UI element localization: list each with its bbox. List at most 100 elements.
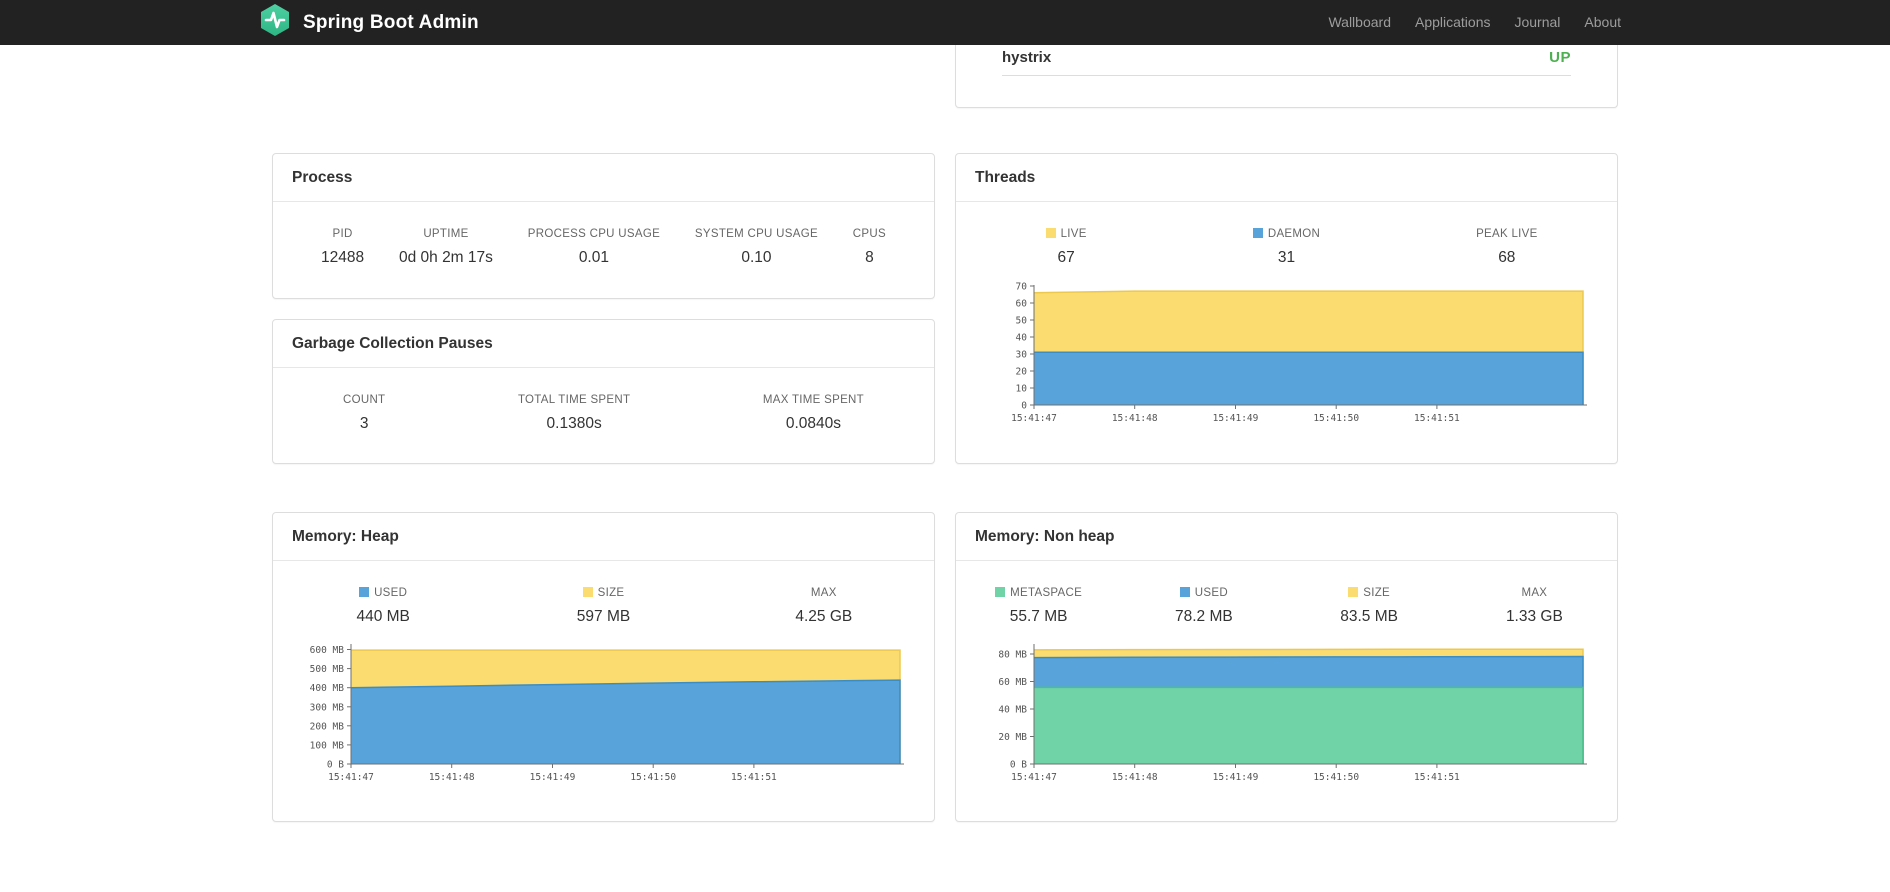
svg-text:15:41:51: 15:41:51 [731,772,777,783]
application-row[interactable]: hystrix UP [1002,45,1571,76]
svg-text:15:41:49: 15:41:49 [1213,772,1259,783]
svg-text:100 MB: 100 MB [310,740,345,751]
svg-text:15:41:50: 15:41:50 [1313,772,1359,783]
svg-text:15:41:51: 15:41:51 [1414,772,1460,783]
svg-text:15:41:48: 15:41:48 [1112,772,1158,783]
legend-item-live: LIVE 67 [956,228,1176,267]
legend-label: LIVE [956,228,1176,240]
metric-label: PROCESS CPU USAGE [527,228,661,240]
svg-text:70: 70 [1016,282,1028,293]
nav-item-about[interactable]: About [1572,0,1633,45]
metric-gc-max-time: MAX TIME SPENT 0.0840s [763,394,864,433]
metric-label: MAX TIME SPENT [762,394,864,406]
metric-gc-total-time: TOTAL TIME SPENT 0.1380s [518,394,630,433]
legend-label: METASPACE [956,587,1121,599]
heap-memory-chart: 0 B 100 MB 200 MB 300 MB 400 MB 500 MB 600 MB 1… [281,638,926,788]
legend-label: USED [1121,587,1286,599]
legend-item-max: MAX 4.25 GB [714,587,934,626]
metric-label: COUNT [343,394,386,406]
legend-label: SIZE [1287,587,1452,599]
svg-text:15:41:47: 15:41:47 [1011,772,1057,783]
legend-item-size: SIZE 83.5 MB [1287,587,1452,626]
brand-title: Spring Boot Admin [303,11,479,33]
left-column: Process PID 12488 UPTIME 0d 0h 2m 17s PR… [272,45,935,822]
metric-gc-count: COUNT 3 [343,394,385,433]
svg-text:600 MB: 600 MB [310,645,345,656]
live-swatch-icon [1045,228,1056,238]
memory-nonheap-panel: Memory: Non heap METASPACE 55.7 MB USED … [955,512,1618,822]
memory-heap-panel-title: Memory: Heap [273,513,934,561]
metric-value: 0.1380s [546,415,602,432]
svg-text:500 MB: 500 MB [310,664,345,675]
legend-item-daemon: DAEMON 31 [1176,228,1396,267]
used-swatch-icon [1179,587,1190,597]
metric-system-cpu: SYSTEM CPU USAGE 0.10 [695,228,818,267]
metric-pid: PID 12488 [321,228,364,267]
legend-value: 67 [1057,249,1075,266]
used-swatch-icon [359,587,370,597]
metric-value: 0d 0h 2m 17s [398,249,493,266]
metric-value: 8 [865,249,874,266]
gc-metrics: COUNT 3 TOTAL TIME SPENT 0.1380s MAX TIM… [273,368,934,433]
svg-text:300 MB: 300 MB [310,702,345,713]
legend-label: USED [273,587,493,599]
svg-text:15:41:49: 15:41:49 [1213,413,1259,424]
legend-label: SIZE [493,587,713,599]
svg-text:0 B: 0 B [1010,760,1027,771]
right-column: hystrix UP Threads LIVE 67 DAEMON 31 PEA… [955,45,1618,822]
metric-uptime: UPTIME 0d 0h 2m 17s [399,228,493,267]
legend-value: 31 [1277,249,1296,266]
legend-value: 78.2 MB [1175,608,1233,625]
application-name-link[interactable]: hystrix [1002,49,1051,66]
process-panel-title: Process [273,154,934,202]
legend-label: PEAK LIVE [1476,228,1538,240]
legend-item-size: SIZE 597 MB [493,587,713,626]
legend-value: 68 [1498,249,1516,266]
legend-value: 83.5 MB [1340,608,1398,625]
legend-value: 55.7 MB [1009,608,1068,625]
main-content: Process PID 12488 UPTIME 0d 0h 2m 17s PR… [272,45,1618,822]
svg-text:50: 50 [1016,316,1028,327]
size-swatch-icon [1348,587,1359,597]
metric-value: 0.10 [741,249,772,266]
svg-text:40 MB: 40 MB [998,705,1027,716]
svg-text:0: 0 [1021,401,1027,412]
svg-text:200 MB: 200 MB [310,721,345,732]
daemon-swatch-icon [1252,228,1263,238]
nav-links: Wallboard Applications Journal About [1316,0,1633,45]
legend-value: 440 MB [356,608,410,625]
gc-panel: Garbage Collection Pauses COUNT 3 TOTAL … [272,319,935,464]
brand-link[interactable]: Spring Boot Admin [257,2,479,43]
nav-item-journal[interactable]: Journal [1502,0,1572,45]
navbar: Spring Boot Admin Wallboard Applications… [0,0,1890,45]
svg-text:400 MB: 400 MB [310,683,345,694]
memory-heap-panel: Memory: Heap USED 440 MB SIZE 597 MB MAX [272,512,935,822]
metric-process-cpu: PROCESS CPU USAGE 0.01 [528,228,660,267]
legend-value: 1.33 GB [1505,608,1563,625]
threads-legend: LIVE 67 DAEMON 31 PEAK LIVE 68 [956,202,1617,267]
svg-text:40: 40 [1016,333,1028,344]
metric-value: 0.0840s [785,415,841,432]
metric-value: 0.01 [578,249,609,266]
svg-text:60: 60 [1016,299,1028,310]
metric-label: PID [332,228,353,240]
process-panel: Process PID 12488 UPTIME 0d 0h 2m 17s PR… [272,153,935,299]
legend-item-metaspace: METASPACE 55.7 MB [956,587,1121,626]
svg-text:15:41:48: 15:41:48 [429,772,475,783]
metric-label: UPTIME [423,228,469,240]
svg-text:0 B: 0 B [327,760,344,771]
legend-label: MAX [1521,587,1548,599]
threads-panel-title: Threads [956,154,1617,202]
nav-item-wallboard[interactable]: Wallboard [1316,0,1403,45]
svg-text:30: 30 [1016,350,1028,361]
metric-value: 3 [359,415,369,432]
legend-value: 597 MB [576,608,631,625]
metric-label: SYSTEM CPU USAGE [694,228,818,240]
process-metrics: PID 12488 UPTIME 0d 0h 2m 17s PROCESS CP… [273,202,934,267]
svg-text:20: 20 [1016,367,1028,378]
nav-item-applications[interactable]: Applications [1403,0,1503,45]
svg-text:15:41:47: 15:41:47 [328,772,374,783]
applications-panel: hystrix UP [955,45,1618,108]
legend-label: DAEMON [1176,228,1396,240]
legend-item-peak-live: PEAK LIVE 68 [1397,228,1617,267]
